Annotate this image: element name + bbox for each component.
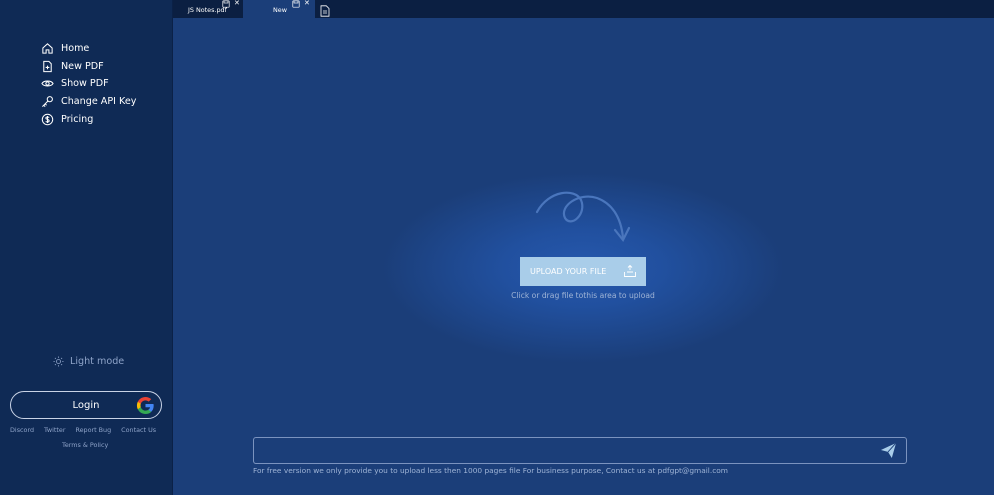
save-icon[interactable] — [222, 0, 230, 8]
close-icon[interactable]: ✕ — [304, 0, 310, 7]
upload-file-label: UPLOAD YOUR FILE — [530, 267, 607, 276]
login-label: Login — [72, 399, 100, 411]
sidebar-item-label: Show PDF — [61, 78, 109, 90]
footer-link-twitter[interactable]: Twitter — [44, 426, 65, 434]
chat-input[interactable] — [253, 437, 907, 464]
eye-icon — [41, 77, 54, 90]
sun-icon — [53, 356, 64, 367]
light-mode-label: Light mode — [70, 356, 125, 367]
new-file-icon — [41, 60, 54, 73]
footer-link-discord[interactable]: Discord — [10, 426, 34, 434]
upload-hint: Click or drag file tothis area to upload — [511, 291, 655, 300]
tab-label: New — [273, 6, 287, 14]
light-mode-toggle[interactable]: Light mode — [53, 356, 124, 367]
tab-bar: JS Notes.pdf ✕ New ✕ — [173, 0, 994, 18]
footer-link-contact-us[interactable]: Contact Us — [121, 426, 156, 434]
sidebar-item-label: New PDF — [61, 60, 104, 72]
sidebar-item-label: Home — [61, 43, 90, 55]
sidebar-item-show-pdf[interactable]: Show PDF — [41, 75, 136, 93]
footer-link-report-bug[interactable]: Report Bug — [75, 426, 111, 434]
main-area: UPLOAD YOUR FILE Click or drag file toth… — [173, 18, 994, 495]
dollar-icon — [41, 113, 54, 126]
google-icon — [135, 395, 156, 416]
send-icon[interactable] — [880, 442, 897, 459]
key-icon — [41, 95, 54, 108]
curly-arrow-icon — [535, 191, 631, 243]
upload-file-button[interactable]: UPLOAD YOUR FILE — [520, 257, 646, 286]
new-tab-icon[interactable] — [320, 2, 330, 17]
sidebar-item-label: Pricing — [61, 113, 94, 125]
footer-links: Discord Twitter Report Bug Contact Us — [10, 426, 170, 434]
login-button[interactable]: Login — [10, 391, 162, 419]
tab-label: JS Notes.pdf — [188, 6, 227, 14]
sidebar-item-label: Change API Key — [61, 96, 137, 108]
home-icon — [41, 42, 54, 55]
tab-js-notes[interactable]: JS Notes.pdf ✕ — [173, 0, 243, 18]
sidebar-item-new-pdf[interactable]: New PDF — [41, 58, 136, 76]
terms-link[interactable]: Terms & Policy — [62, 441, 108, 449]
sidebar-nav: Home New PDF Show PDF Change API Key Pri… — [41, 40, 136, 128]
usage-disclaimer: For free version we only provide you to … — [253, 466, 728, 475]
sidebar-item-home[interactable]: Home — [41, 40, 136, 58]
save-icon[interactable] — [292, 0, 300, 8]
sidebar-item-pricing[interactable]: Pricing — [41, 110, 136, 128]
tab-new[interactable]: New ✕ — [243, 0, 315, 18]
sidebar: Home New PDF Show PDF Change API Key Pri… — [0, 0, 173, 495]
close-icon[interactable]: ✕ — [234, 0, 240, 7]
upload-tray-icon — [623, 264, 637, 278]
sidebar-item-change-api-key[interactable]: Change API Key — [41, 93, 136, 111]
